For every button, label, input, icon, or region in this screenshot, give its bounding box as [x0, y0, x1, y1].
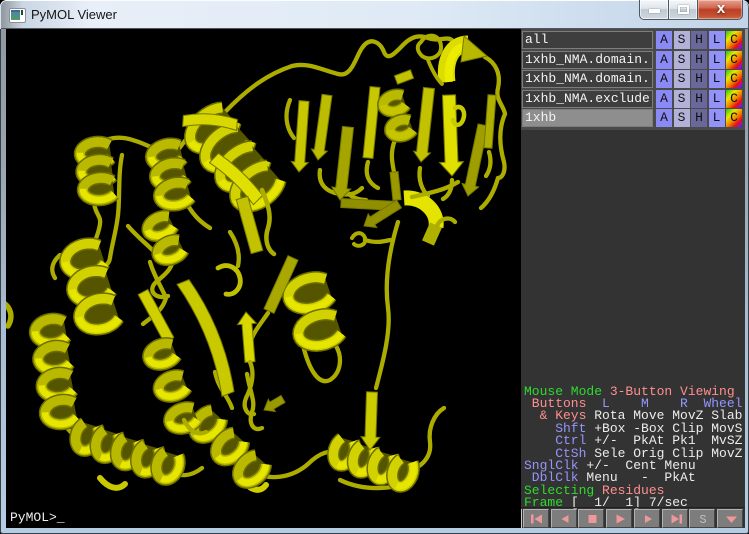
svg-text:S: S: [700, 513, 707, 527]
